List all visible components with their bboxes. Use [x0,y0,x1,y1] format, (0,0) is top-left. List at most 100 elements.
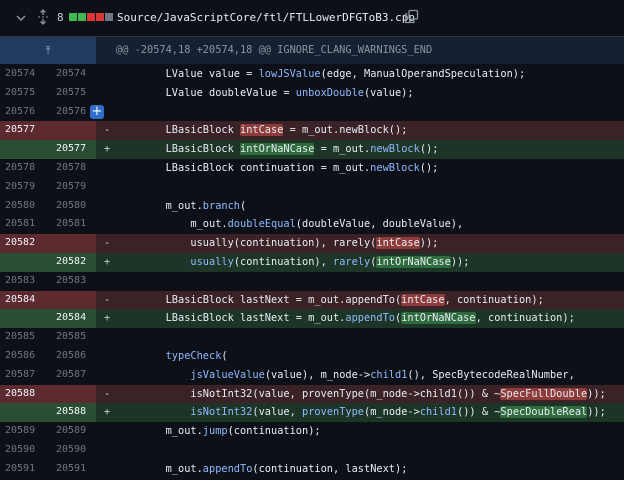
code-token: (doubleValue, doubleValue), [295,218,464,231]
old-line-number[interactable]: 20585 [0,328,48,347]
old-line-number[interactable]: 20582 [0,234,48,253]
old-line-number[interactable]: 20588 [0,384,48,404]
chevron-down-icon[interactable] [14,11,28,25]
function-token: typeCheck [165,349,222,362]
old-line-number[interactable]: 20575 [0,84,48,103]
old-line-number[interactable] [0,403,48,423]
code-token: (); [419,143,439,156]
new-line-number[interactable]: 20575 [48,84,96,103]
expand-up-button[interactable]: ⤒ [0,37,96,64]
code-token: LBasicBlock [116,124,240,137]
changes-count: 8 [57,11,64,24]
new-line-number[interactable]: 20574 [48,65,96,84]
code: usually(continuation), rarely(intCase)); [116,234,438,253]
old-line-number[interactable]: 20578 [0,159,48,178]
old-line-number[interactable]: 20576 [0,103,48,122]
code-token: m_out. [116,425,203,438]
new-line-number[interactable]: 20585 [48,328,96,347]
context-line: 20574 20574 LValue value = lowJSValue(edg… [0,65,624,84]
code: m_out.branch( [116,197,247,216]
new-line-number[interactable] [48,121,96,141]
new-line-number[interactable]: 20582 [48,252,96,272]
new-line-number[interactable]: 20579 [48,178,96,197]
code-token: (value), m_node-> [264,368,371,381]
deleted-line: 20588 - isNotInt32(value, provenType(m_no… [0,384,624,404]
code: typeCheck( [116,347,228,366]
new-line-number[interactable]: 20583 [48,272,96,291]
code-token: )); [587,387,606,400]
old-line-number[interactable] [0,252,48,272]
code: LBasicBlock lastNext = m_out.appendTo(in… [116,309,575,328]
code-token: m_out. [116,199,203,212]
old-line-number[interactable]: 20581 [0,215,48,234]
changed-token: intOrNaNCase [376,255,451,268]
old-line-number[interactable]: 20583 [0,272,48,291]
code-token: , continuation); [475,312,575,325]
added-line: 20588 + isNotInt32(value, provenType(m_no… [0,403,624,423]
diff-lines: 20574 20574 LValue value = lowJSValue(edg… [0,65,624,479]
function-token: branch [202,199,240,212]
function-token: isNotInt32 [190,406,253,419]
code-token: LBasicBlock lastNext = m_out.appendTo( [116,293,402,306]
add-comment-button[interactable]: + [90,104,104,119]
old-line-number[interactable]: 20589 [0,422,48,441]
expand-all-icon[interactable] [36,9,50,25]
old-line-number[interactable]: 20580 [0,197,48,216]
old-line-number[interactable]: 20587 [0,366,48,385]
old-line-number[interactable]: 20579 [0,178,48,197]
function-token: rarely [333,255,371,268]
code: LValue doubleValue = unboxDouble(value); [116,84,414,103]
new-line-number[interactable] [48,384,96,404]
deleted-line: 20584 - LBasicBlock lastNext = m_out.appe… [0,290,624,310]
code-token: (continuation, lastNext); [252,462,408,475]
context-line: 20576 20576 + [0,103,624,122]
copy-icon[interactable] [404,9,419,24]
function-token: child1 [419,406,458,419]
new-line-number[interactable]: 20577 [48,140,96,159]
code-token: (), SpecBytecodeRealNumber, [407,368,575,381]
old-line-number[interactable] [0,309,48,329]
old-line-number[interactable]: 20590 [0,441,48,460]
changed-token: intCase [240,124,284,137]
code: LBasicBlock intOrNaNCase = m_out.newBloc… [116,140,438,159]
new-line-number[interactable] [48,290,96,310]
new-line-number[interactable]: 20581 [48,215,96,234]
new-line-number[interactable]: 20586 [48,347,96,366]
new-line-number[interactable]: 20589 [48,422,96,441]
new-line-number[interactable] [48,234,96,253]
changed-token: intOrNaNCase [401,312,476,325]
diffstat-block [96,13,104,21]
context-line: 20579 20579 [0,178,624,197]
changed-token: SpecDoubleReal [500,406,588,419]
code-token: (value, [252,406,303,419]
code-token: (edge, ManualOperandSpeculation); [320,68,526,80]
old-line-number[interactable]: 20591 [0,460,48,479]
new-line-number[interactable]: 20584 [48,309,96,329]
code-token: = m_out. [314,143,371,156]
new-line-number[interactable]: 20587 [48,366,96,385]
file-path[interactable]: Source/JavaScriptCore/ftl/FTLLowerDFGToB… [117,11,415,24]
function-token: doubleEqual [227,218,296,231]
new-line-number[interactable]: 20591 [48,460,96,479]
code: usually(continuation), rarely(intOrNaNCa… [116,253,469,272]
function-token: provenType [302,406,365,419]
code-token: )); [450,255,470,268]
old-line-number[interactable]: 20577 [0,121,48,141]
new-line-number[interactable]: 20588 [48,403,96,423]
old-line-number[interactable] [0,140,48,159]
context-line: 20578 20578 LBasicBlock continuation = m_… [0,159,624,178]
new-line-number[interactable]: 20590 [48,441,96,460]
code-token: m_out. [116,218,228,231]
new-line-number[interactable]: 20580 [48,197,96,216]
code-token: )); [419,237,439,250]
old-line-number[interactable]: 20586 [0,347,48,366]
function-token: appendTo [202,462,253,475]
new-line-number[interactable]: 20578 [48,159,96,178]
code: isNotInt32(value, provenType(m_node->chi… [116,403,606,422]
expand-up-icon: ⤒ [45,44,51,57]
function-token: jsValueValue [190,368,265,381]
new-line-number[interactable]: 20576 [48,103,96,122]
old-line-number[interactable]: 20584 [0,290,48,310]
old-line-number[interactable]: 20574 [0,65,48,84]
